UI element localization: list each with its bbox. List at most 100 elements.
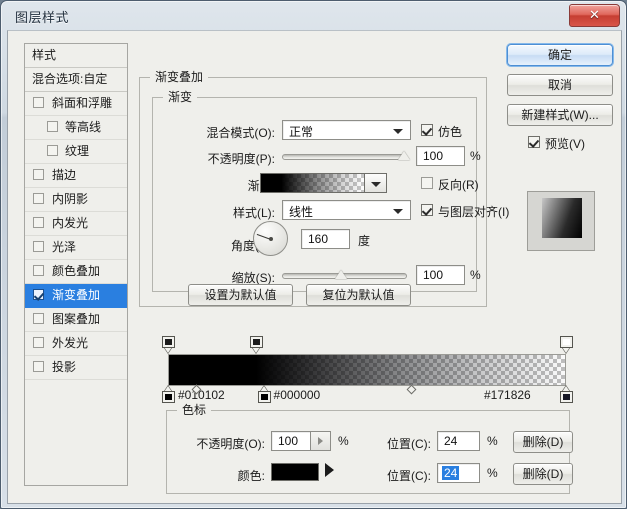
dither-label[interactable]: 仿色 [438, 123, 462, 140]
styles-list-item-label: 图案叠加 [52, 312, 101, 326]
angle-dial-hub [269, 237, 273, 241]
title-bar[interactable]: 图层样式 ✕ [1, 1, 626, 30]
styles-list-item-checkbox[interactable] [33, 289, 44, 300]
styles-list-item-label: 外发光 [52, 336, 89, 350]
styles-list-item-checkbox[interactable] [33, 313, 44, 324]
color-position-label: 位置(C): [387, 469, 431, 483]
gradient-preview-swatch[interactable] [260, 173, 365, 193]
color-stop-marker[interactable] [162, 386, 175, 404]
styles-list-item[interactable]: 等高线 [25, 116, 127, 140]
gradient-subgroup-caption: 渐变 [163, 89, 198, 105]
blend-mode-label: 混合模式(O): [206, 126, 275, 140]
styles-list-item-checkbox[interactable] [33, 193, 44, 204]
preview-label[interactable]: 预览(V) [545, 135, 585, 152]
dialog-client-area: 样式 混合选项:自定 斜面和浮雕 等高线 纹理 描边 内阴影 内发光 光泽 颜色叠加 渐变叠加图… [7, 30, 622, 504]
color-stop-box [257, 391, 271, 403]
styles-list-item[interactable]: 投影 [25, 356, 127, 380]
styles-list-item-label: 纹理 [65, 144, 90, 158]
close-icon[interactable]: ✕ [569, 4, 620, 27]
color-stop-hex-label: #010102 [178, 388, 225, 402]
blending-options-item[interactable]: 混合选项:自定 [25, 68, 127, 92]
styles-list-item-checkbox[interactable] [33, 217, 44, 228]
styles-list-item-checkbox[interactable] [33, 169, 44, 180]
color-stop-group: 色标 不透明度(O): 100 % 位置(C): 24 % 删除(D) 颜色: … [166, 402, 573, 494]
opacity-position-unit: % [487, 434, 498, 448]
delete-color-stop-button[interactable]: 删除(D) [513, 463, 573, 485]
align-with-layer-label[interactable]: 与图层对齐(I) [438, 203, 509, 220]
opacity-input[interactable]: 100 [416, 146, 465, 166]
stop-opacity-input[interactable]: 100 [271, 431, 311, 451]
gradient-label: 渐变: [153, 177, 275, 194]
styles-list-item-label: 颜色叠加 [52, 264, 101, 278]
preview-checkbox[interactable] [528, 136, 540, 148]
window-title: 图层样式 [15, 10, 70, 25]
color-position-input[interactable]: 24 [437, 463, 480, 483]
gradient-style-value: 线性 [289, 205, 314, 219]
cancel-button[interactable]: 取消 [507, 74, 613, 96]
color-stop-marker[interactable] [560, 386, 573, 404]
close-icon-glyph: ✕ [589, 7, 600, 22]
gradient-strip[interactable] [168, 354, 566, 386]
stop-opacity-spinner[interactable] [311, 431, 331, 451]
styles-list-item-checkbox[interactable] [33, 97, 44, 108]
opacity-slider-thumb[interactable] [398, 151, 410, 160]
styles-list-item[interactable]: 内阴影 [25, 188, 127, 212]
styles-list-item[interactable]: 斜面和浮雕 [25, 92, 127, 116]
styles-list-item[interactable]: 内发光 [25, 212, 127, 236]
styles-list-item-label: 光泽 [52, 240, 77, 254]
scale-input[interactable]: 100 [416, 265, 465, 285]
styles-list-item-label: 内发光 [52, 216, 89, 230]
angle-input[interactable]: 160 [301, 229, 350, 249]
layer-style-dialog: 图层样式 ✕ 样式 混合选项:自定 斜面和浮雕 等高线 纹理 描边 内阴影 内发光 光泽 颜色… [0, 0, 627, 509]
opacity-stop-marker[interactable] [162, 336, 175, 354]
stop-color-swatch[interactable] [271, 463, 319, 481]
opacity-position-input[interactable]: 24 [437, 431, 480, 451]
scale-unit: % [470, 268, 481, 282]
reverse-label[interactable]: 反向(R) [438, 176, 479, 193]
scale-value: 100 [423, 268, 444, 282]
color-stop-box [162, 391, 175, 403]
opacity-stop-marker[interactable] [249, 336, 263, 354]
styles-list-item-label: 渐变叠加 [52, 288, 101, 302]
dither-checkbox[interactable] [421, 124, 433, 136]
color-stop-marker[interactable] [257, 386, 271, 404]
reverse-checkbox[interactable] [421, 177, 433, 189]
opacity-stop-marker[interactable] [560, 336, 573, 354]
delete-opacity-stop-button[interactable]: 删除(D) [513, 431, 573, 453]
chevron-down-icon [371, 182, 381, 187]
styles-list-item[interactable]: 描边 [25, 164, 127, 188]
styles-list-item-checkbox[interactable] [47, 145, 58, 156]
align-with-layer-checkbox[interactable] [421, 204, 433, 216]
styles-list-item-checkbox[interactable] [33, 361, 44, 372]
set-default-button[interactable]: 设置为默认值 [188, 284, 293, 306]
styles-list-item[interactable]: 光泽 [25, 236, 127, 260]
style-label: 样式(L): [232, 206, 275, 220]
opacity-slider[interactable] [282, 154, 407, 160]
styles-list-item[interactable]: 纹理 [25, 140, 127, 164]
blend-mode-select[interactable]: 正常 [282, 120, 411, 140]
reset-default-button[interactable]: 复位为默认值 [306, 284, 411, 306]
styles-list-item[interactable]: 渐变叠加 [25, 284, 127, 308]
styles-list-item[interactable]: 外发光 [25, 332, 127, 356]
ok-button[interactable]: 确定 [507, 44, 613, 66]
opacity-stop-box [560, 336, 573, 348]
new-style-button[interactable]: 新建样式(W)... [507, 104, 613, 126]
styles-list-item[interactable]: 颜色叠加 [25, 260, 127, 284]
styles-list-item-checkbox[interactable] [33, 265, 44, 276]
scale-slider-thumb[interactable] [335, 270, 347, 279]
styles-list-item-label: 内阴影 [52, 192, 89, 206]
gradient-overlay-caption: 渐变叠加 [150, 69, 209, 85]
angle-dial[interactable] [253, 221, 288, 256]
styles-list-item-checkbox[interactable] [33, 241, 44, 252]
color-position-value: 24 [442, 466, 460, 480]
caret-right-icon[interactable] [325, 463, 334, 477]
gradient-midpoint-marker[interactable] [406, 384, 417, 395]
gradient-style-select[interactable]: 线性 [282, 200, 411, 220]
style-preview-swatch [542, 198, 582, 238]
opacity-stop-box [162, 336, 175, 348]
styles-list-item[interactable]: 图案叠加 [25, 308, 127, 332]
stop-opacity-value: 100 [278, 434, 299, 448]
gradient-picker-dropdown[interactable] [365, 173, 387, 193]
styles-list-item-checkbox[interactable] [33, 337, 44, 348]
styles-list-item-checkbox[interactable] [47, 121, 58, 132]
